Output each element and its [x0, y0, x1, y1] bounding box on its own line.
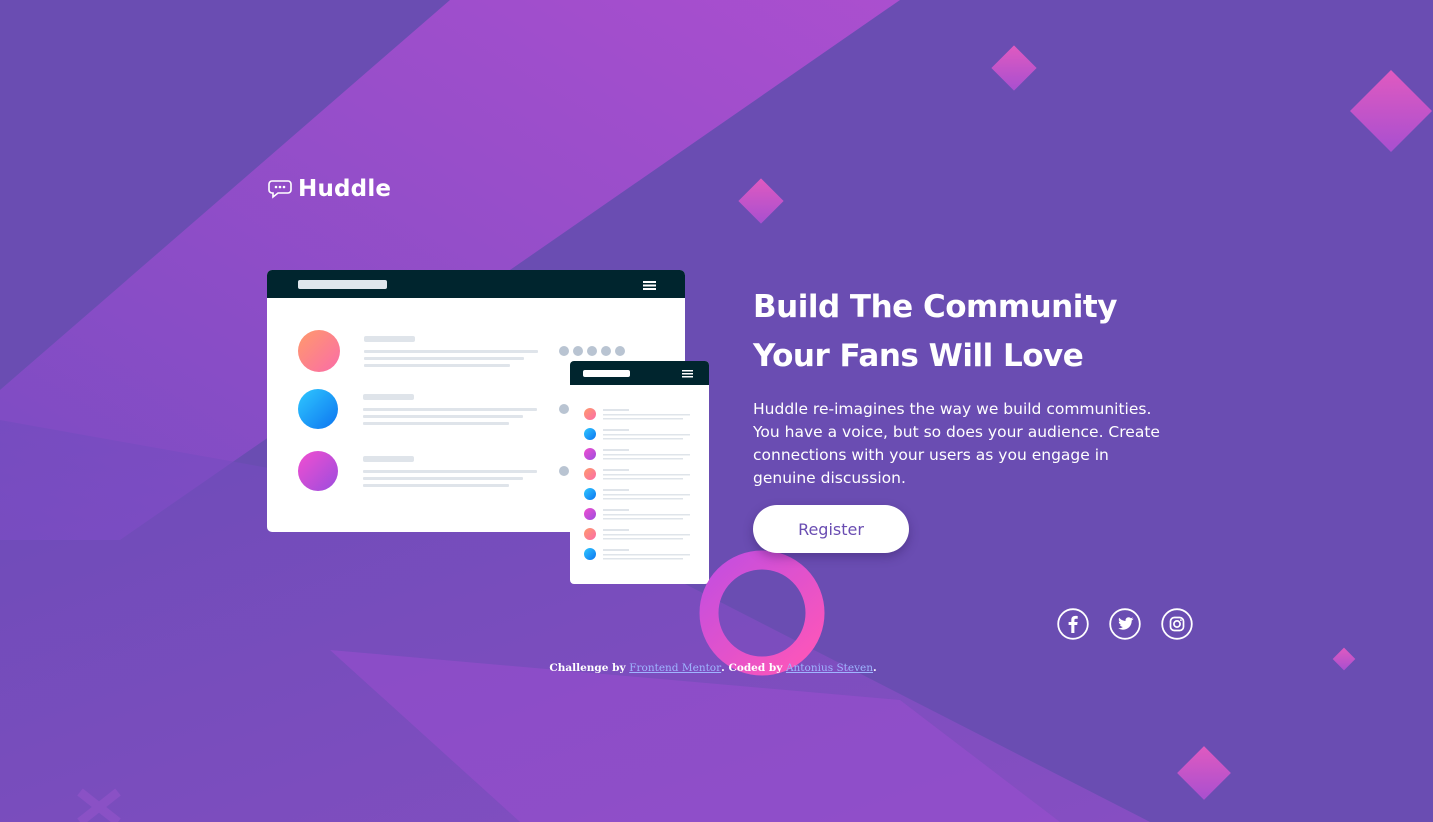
footer-prefix: Challenge by	[549, 662, 630, 674]
chat-bubble-icon	[268, 180, 292, 199]
hero-description: Huddle re-imagines the way we build comm…	[753, 400, 1160, 487]
facebook-link[interactable]	[1057, 608, 1089, 640]
brand-logo[interactable]: Huddle	[268, 176, 391, 202]
twitter-icon	[1109, 608, 1141, 640]
attribution-footer: Challenge by Frontend Mentor. Coded by A…	[0, 662, 1426, 674]
facebook-icon	[1057, 608, 1089, 640]
hero-headline: Build The Community Your Fans Will Love	[753, 289, 1117, 374]
footer-suffix: .	[872, 662, 877, 674]
register-button[interactable]: Register	[753, 505, 909, 553]
brand-name: Huddle	[298, 176, 392, 202]
footer-middle: . Coded by	[721, 662, 786, 674]
app-mockup-illustration	[267, 270, 825, 676]
frontend-mentor-link[interactable]: Frontend Mentor	[629, 662, 721, 674]
instagram-icon	[1161, 608, 1193, 640]
author-link[interactable]: Antonius Steven	[786, 662, 873, 674]
instagram-link[interactable]	[1161, 608, 1193, 640]
twitter-link[interactable]	[1109, 608, 1141, 640]
